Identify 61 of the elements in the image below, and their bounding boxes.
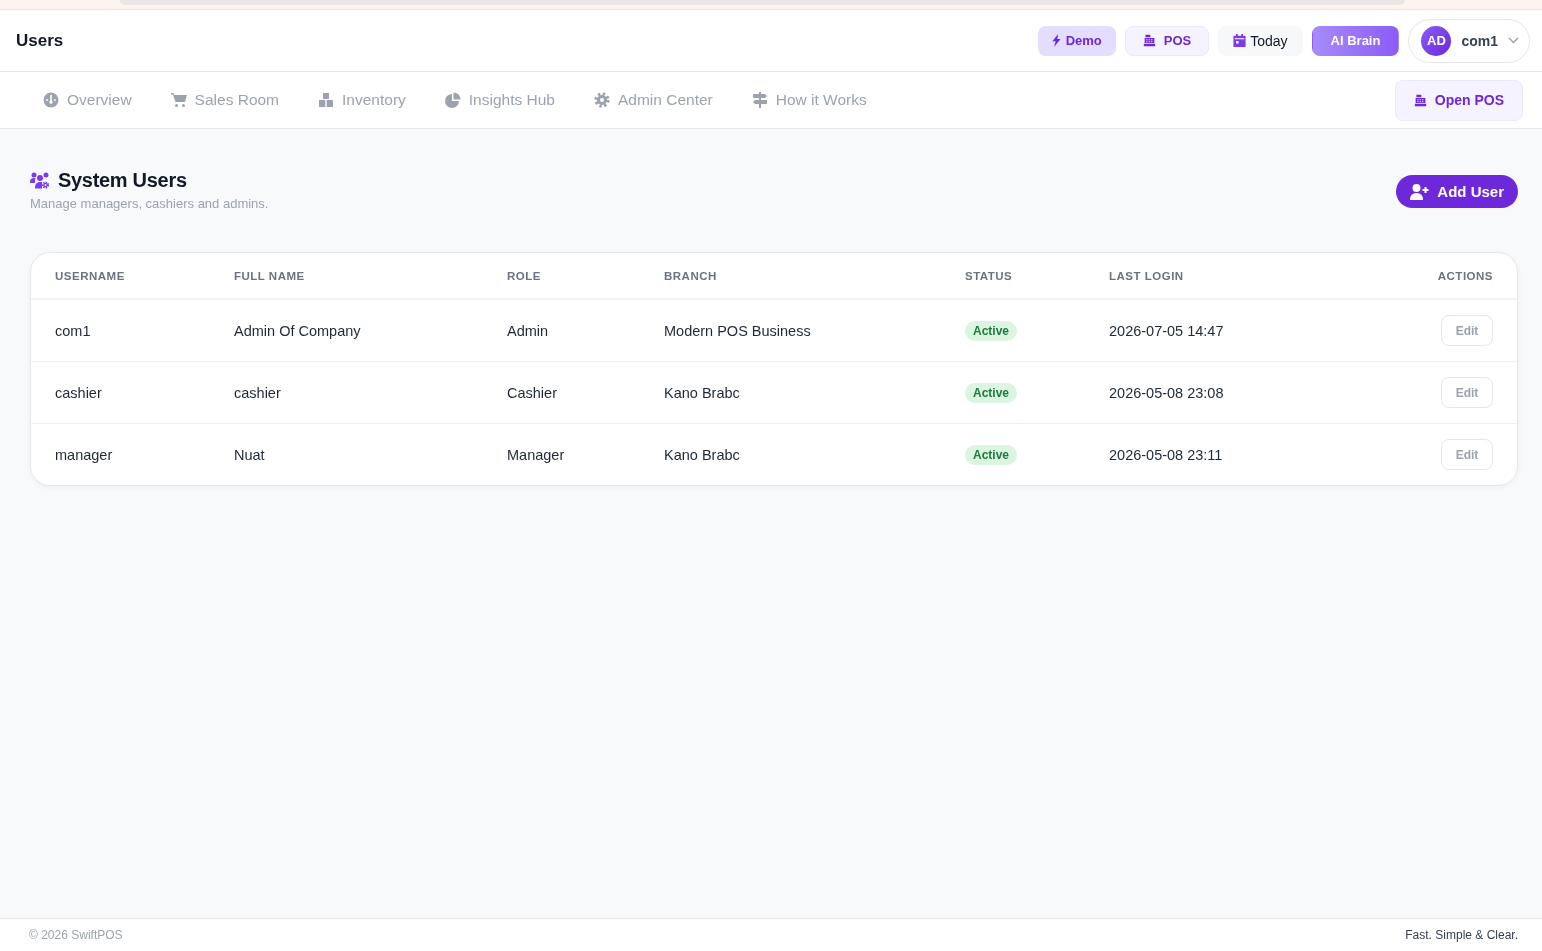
table-cell-text: Admin Of Company <box>234 322 362 339</box>
column-header: USERNAME <box>55 269 126 282</box>
nav-tab[interactable]: Inventory <box>318 91 406 109</box>
table-cell-text: Kano Brabc <box>664 384 741 401</box>
table-cell-text: manager <box>55 446 114 463</box>
column-header: STATUS <box>965 269 1014 282</box>
user-plus-icon <box>1410 183 1430 200</box>
table-cell-text: Cashier <box>507 384 558 401</box>
cart-icon <box>170 92 187 108</box>
table-cell-text: cashier <box>55 384 103 401</box>
edit-button[interactable]: Edit <box>1441 315 1493 346</box>
users-gear-icon <box>30 172 50 189</box>
page-title: Users <box>16 30 64 51</box>
register-icon <box>1413 93 1427 107</box>
status-badge: Active <box>965 320 1018 341</box>
table-cell-text: cashier <box>234 384 282 401</box>
nav-tab[interactable]: How it Works <box>751 91 867 109</box>
chevron-down-icon <box>1508 37 1519 44</box>
calendar-icon <box>1233 34 1247 47</box>
table-cell-text: 2026-05-08 23:11 <box>1109 446 1224 463</box>
edit-button[interactable]: Edit <box>1441 439 1493 470</box>
ai-brain-button[interactable]: AI Brain <box>1311 25 1400 56</box>
gauge-icon <box>43 92 59 108</box>
nav-tab[interactable]: Overview <box>43 91 132 109</box>
edit-button[interactable]: Edit <box>1441 377 1493 408</box>
column-header: LAST LOGIN <box>1109 269 1185 282</box>
table-cell-text: Admin <box>507 322 550 339</box>
table-cell-text: 2026-05-08 23:08 <box>1109 384 1225 401</box>
table-cell-text: com1 <box>55 322 92 339</box>
open-pos-button[interactable]: Open POS <box>1394 79 1523 121</box>
user-avatar: AD <box>1421 25 1452 56</box>
gear-icon <box>594 92 610 108</box>
tagline-text: Fast. Simple & Clear. <box>1405 928 1518 942</box>
column-header: ACTIONS <box>1437 269 1493 282</box>
signpost-icon <box>751 92 768 108</box>
status-badge: Active <box>965 382 1018 403</box>
nav-tab[interactable]: Sales Room <box>170 91 280 109</box>
section-subtitle: Manage managers, cashiers and admins. <box>30 196 269 211</box>
pos-button[interactable]: POS <box>1124 25 1210 56</box>
table-cell-text: Kano Brabc <box>664 446 741 463</box>
demo-button[interactable]: Demo <box>1037 25 1116 56</box>
pie-chart-icon <box>444 92 461 108</box>
user-name: com1 <box>1461 32 1498 49</box>
status-badge: Active <box>965 444 1018 465</box>
section-title: System Users <box>58 169 187 192</box>
nav-tab[interactable]: Admin Center <box>594 91 713 109</box>
nav-tab[interactable]: Insights Hub <box>444 91 555 109</box>
today-button[interactable]: Today <box>1218 25 1303 56</box>
table-cell-text: Nuat <box>234 446 266 463</box>
column-header: BRANCH <box>664 269 718 282</box>
table-cell-text: Modern POS Business <box>664 322 812 339</box>
table-cell-text: 2026-07-05 14:47 <box>1109 322 1225 339</box>
column-header: FULL NAME <box>234 269 306 282</box>
table-cell-text: Manager <box>507 446 566 463</box>
boxes-icon <box>318 92 335 108</box>
register-icon <box>1142 34 1156 47</box>
user-menu-button[interactable]: AD com1 <box>1408 18 1530 63</box>
lightning-icon <box>1051 34 1061 47</box>
column-header: ROLE <box>507 269 542 282</box>
copyright-text: © 2026 SwiftPOS <box>29 928 123 942</box>
add-user-button[interactable]: Add User <box>1396 175 1518 208</box>
